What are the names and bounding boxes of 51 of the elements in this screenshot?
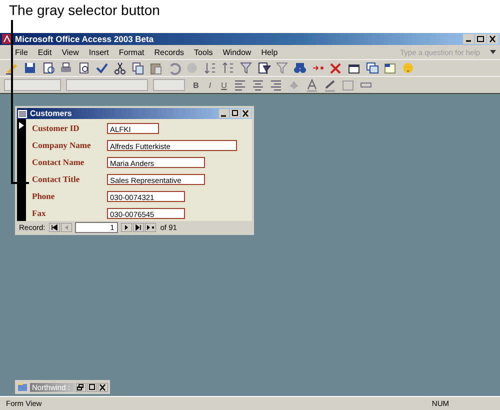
- object-dropdown[interactable]: [4, 79, 61, 91]
- field-label: Contact Title: [32, 174, 81, 184]
- menu-item[interactable]: Help: [256, 48, 283, 56]
- minimize-icon[interactable]: [219, 109, 229, 118]
- save-icon[interactable]: [22, 60, 38, 76]
- menu-item[interactable]: Tools: [189, 48, 218, 56]
- current-record-icon: [19, 122, 24, 129]
- sort-descending-icon[interactable]: [220, 60, 236, 76]
- window-title: Microsoft Office Access 2003 Beta: [15, 34, 155, 44]
- menu-item[interactable]: Insert: [84, 48, 114, 56]
- app-icon: [2, 34, 12, 44]
- menu-item[interactable]: Window: [218, 48, 256, 56]
- maximize-icon[interactable]: [230, 109, 240, 118]
- windows-icon[interactable]: [364, 60, 380, 76]
- cut-icon[interactable]: [112, 60, 128, 76]
- menu-item[interactable]: View: [56, 48, 84, 56]
- menu-item[interactable]: Records: [149, 48, 190, 56]
- callout-label: The gray selector button: [8, 1, 161, 20]
- record-selector[interactable]: [17, 119, 26, 221]
- format-button[interactable]: U: [218, 80, 230, 90]
- last-record-icon[interactable]: [133, 222, 144, 232]
- menu-item[interactable]: File: [10, 48, 33, 56]
- filter-form-icon[interactable]: [256, 60, 272, 76]
- field-label: Phone: [32, 191, 56, 201]
- database-icon: [17, 382, 28, 392]
- menu-item[interactable]: Format: [114, 48, 150, 56]
- field-label: Contact Name: [32, 157, 86, 167]
- maximize-icon[interactable]: [475, 34, 486, 44]
- field-label: Company Name: [32, 140, 92, 150]
- close-icon[interactable]: [241, 109, 251, 118]
- maximize-icon[interactable]: [87, 382, 97, 392]
- next-record-icon[interactable]: [121, 222, 132, 232]
- field-label: Customer ID: [32, 123, 80, 133]
- restore-icon[interactable]: [76, 382, 86, 392]
- new-record-icon[interactable]: [145, 222, 156, 232]
- menu-item[interactable]: Edit: [32, 48, 57, 56]
- format-button[interactable]: B: [190, 80, 202, 90]
- minimize-icon[interactable]: [463, 34, 474, 44]
- dropdown-arrow-icon[interactable]: [490, 50, 496, 54]
- filter-icon[interactable]: [238, 60, 254, 76]
- form-title: Customers: [30, 109, 73, 118]
- binoculars-icon[interactable]: [292, 60, 308, 76]
- field-label: Fax: [32, 208, 47, 218]
- close-icon[interactable]: [98, 382, 108, 392]
- sort-ascending-icon[interactable]: [202, 60, 218, 76]
- close-icon[interactable]: [487, 34, 498, 44]
- format-button[interactable]: I: [204, 80, 216, 90]
- form-icon: [18, 110, 27, 118]
- font-color-icon[interactable]: [304, 77, 320, 93]
- first-record-icon[interactable]: [49, 222, 60, 232]
- copy-icon[interactable]: [130, 60, 146, 76]
